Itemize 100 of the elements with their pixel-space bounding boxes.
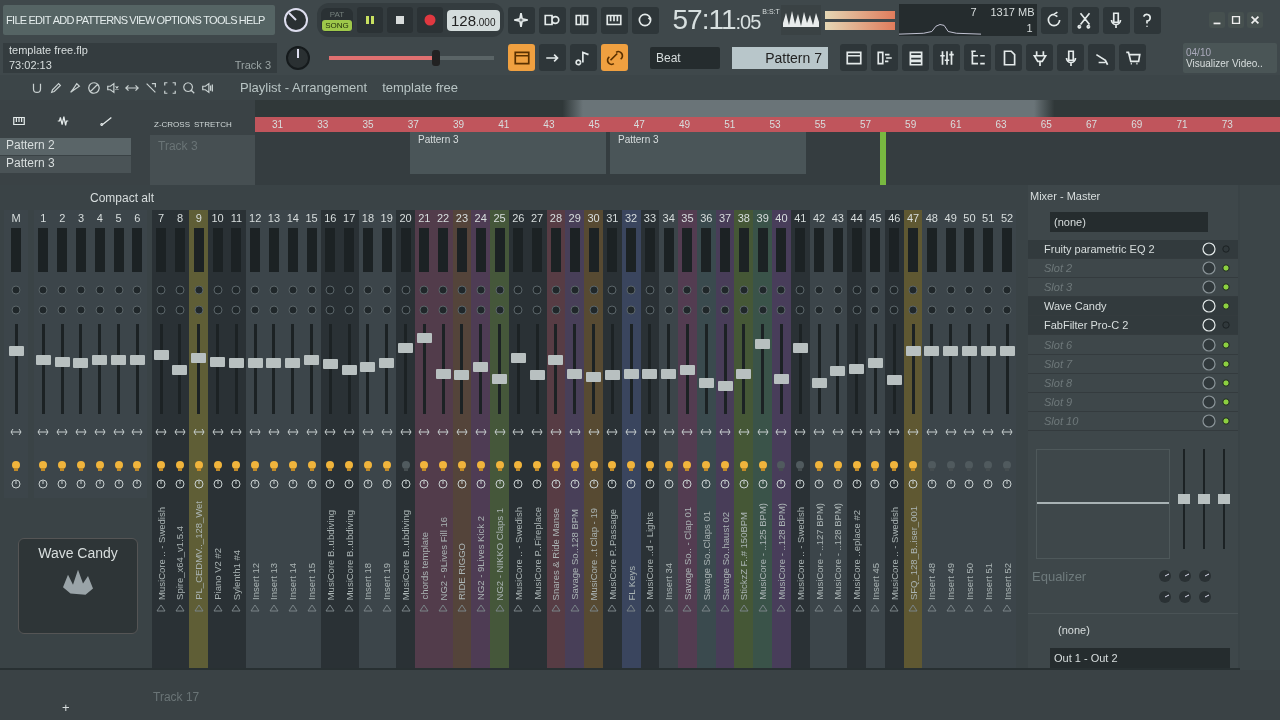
track-label: MusiCore .. - Swedish [512,507,524,600]
track-label: Insert 50 [963,563,975,600]
add-track-button[interactable]: + [62,700,70,715]
mode-switch[interactable]: PAT SONG [321,8,353,32]
mixer-track[interactable]: 5 [109,210,128,498]
pattern-item[interactable]: Pattern 3 [0,156,131,173]
bar-number: 59 [905,119,917,130]
track-label: MusiCore B..ubdiving [324,509,336,600]
mixer-track[interactable]: 7 [151,210,171,498]
sidechain-value[interactable]: (none) [1058,623,1090,636]
track-number: 10 [210,211,225,226]
track-label: Insert 45 [869,563,881,600]
track-label: Piano V2 #2 [212,548,224,600]
tempo-field[interactable]: 128.000 [447,9,500,31]
menu-item[interactable]: FILE [6,14,27,26]
menu-item[interactable]: TOOLS [203,14,237,26]
pattern-clip[interactable]: Pattern 3 [610,132,806,174]
track-number: 43 [830,211,845,226]
project-time: 73:02:13 [9,59,53,71]
track-number: M [10,211,22,226]
mixer-track[interactable]: 1 [34,210,53,498]
track-number: 19 [379,211,394,226]
menu-item[interactable]: EDIT [28,14,51,26]
track-label: MusiCore P..Fireplace [531,507,543,600]
track-label: MusiCore - ..127 BPM) [813,503,825,600]
track-number: 51 [981,211,996,226]
track-label: Savage So.. - Clap 01 [682,507,693,600]
track-label: Savage So..128 BPM [569,509,581,600]
mixer-track[interactable]: 4 [90,210,110,498]
bar-number: 73 [1221,119,1233,130]
track-number: 33 [642,211,657,226]
menu-item[interactable]: ADD [52,14,74,26]
mixer-track[interactable]: 34 [659,210,679,498]
track-label: Insert 19 [381,563,393,600]
visualizer-title: Wave Candy [38,545,118,561]
z-cross-toggle[interactable]: Z-CROSS [154,120,190,129]
stretch-toggle[interactable]: STRETCH [194,120,232,129]
preset-name[interactable]: Compact alt [90,190,155,205]
track-number: 48 [924,211,939,226]
mixer-track[interactable]: 24 [471,210,491,498]
track-number: 14 [285,211,300,226]
track-label: MusiCore B..ubdiving [343,509,355,600]
output-dropdown[interactable]: Out 1 - Out 2 [1050,647,1230,668]
menu-item[interactable]: HELP [238,14,265,26]
input-dropdown[interactable]: (none) [1050,212,1208,232]
track-number: 22 [436,211,451,226]
mixer-track[interactable]: 39 [753,210,773,498]
mixer-track[interactable]: 20 [396,210,415,498]
menu-item[interactable]: OPTIONS [156,14,202,26]
snap-dropdown[interactable]: Beat [650,46,720,69]
mixer-track[interactable]: 14 [283,210,303,498]
mixer-track[interactable]: 45 [866,210,885,498]
visualizer-dialog[interactable]: Wave Candy [18,538,138,634]
mixer-track[interactable]: 40 [772,210,791,498]
track-label: NG2 - 9Lives Kick 2 [475,516,487,600]
track-number: 17 [342,211,357,226]
mixer-track[interactable]: 25 [490,210,509,498]
track-number: 25 [492,211,507,226]
mode-option[interactable]: SONG [322,20,352,31]
mixer-track[interactable]: 43 [828,210,848,498]
track-number: 20 [398,211,413,226]
pattern-item[interactable]: Pattern 2 [0,138,131,155]
track-number: 12 [248,211,263,226]
bar-number: 71 [1176,119,1188,130]
mixer-track[interactable]: 29 [565,210,585,498]
mixer-track[interactable]: 10 [208,210,227,498]
news-title: Visualizer Video.. [1186,57,1264,69]
mixer-track[interactable]: 19 [377,210,397,498]
mixer-track[interactable]: 30 [584,210,603,498]
track-label: MusiCore P..Passage [606,509,618,600]
mixer-track[interactable]: 35 [678,210,697,498]
mixer-track[interactable]: 9 [189,210,209,498]
project-file: template free.flp [9,44,89,56]
track-number: 4 [95,211,104,226]
track-number: 42 [811,211,827,226]
pattern-clip[interactable]: Pattern 3 [410,132,606,174]
bar-number: 47 [633,119,645,130]
menu-item[interactable]: PATTERNS [75,14,128,26]
effect-slot[interactable]: Wave Candy [1028,297,1238,317]
memory-usage: 1317 MB [989,6,1036,18]
bar-number: 67 [1086,119,1098,130]
bar-number: 57 [859,119,871,130]
track-number: 18 [360,211,376,226]
track-number: 1 [39,211,48,226]
track-label: Insert 34 [663,563,675,600]
track-number: 52 [999,211,1015,226]
mixer-track[interactable]: M [4,210,28,498]
mixer-track[interactable]: 15 [302,210,321,498]
mixer-track[interactable]: 38 [734,210,754,498]
slot-name: FabFilter Pro-C 2 [1044,319,1130,332]
track-label: chords template [418,532,430,600]
mixer-track[interactable]: 48 [922,210,942,498]
pattern-selector[interactable]: Pattern 7 [732,46,828,69]
mixer-track[interactable]: 44 [847,210,867,498]
mixer-track[interactable]: 49 [941,210,961,498]
mixer-track[interactable]: 50 [960,210,979,498]
menu-item[interactable]: VIEW [129,14,155,26]
track-label: MusiCore ..d - Lights [644,512,656,600]
news-panel[interactable]: 04/10 Visualizer Video.. [1183,42,1277,73]
voice-count: 1 [1025,22,1034,34]
